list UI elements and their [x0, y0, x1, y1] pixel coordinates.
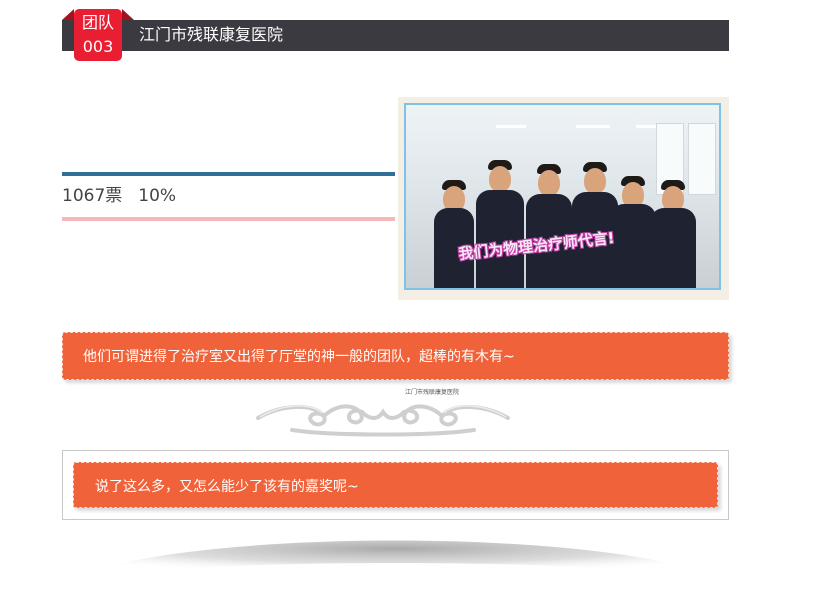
- uniform: [650, 208, 696, 288]
- decorative-scroll-divider: [256, 404, 510, 437]
- scroll-ornament-icon: [256, 404, 510, 437]
- reward-intro-text: 说了这么多，又怎么能少了该有的嘉奖呢~: [95, 479, 359, 495]
- badge-ribbon-fold-right: [122, 9, 134, 20]
- vote-count: 1067票: [62, 186, 123, 206]
- team-number-badge: 团队 003: [74, 9, 122, 61]
- ceiling-light: [576, 125, 610, 128]
- head: [489, 166, 511, 192]
- team-name: 江门市残联康复医院: [139, 25, 284, 44]
- reward-intro-banner: 说了这么多，又怎么能少了该有的嘉奖呢~: [73, 462, 718, 508]
- vote-percent: 10%: [138, 186, 177, 206]
- vote-divider-top: [62, 172, 395, 176]
- team-member: [434, 168, 474, 288]
- team-description-banner: 他们可谓进得了治疗室又出得了厅堂的神一般的团队，超棒的有木有~: [62, 332, 729, 380]
- badge-label: 团队: [81, 13, 114, 32]
- team-member: [476, 148, 524, 288]
- header-bar: 江门市残联康复医院: [62, 20, 729, 51]
- team-photo: 我们为物理治疗师代言! 江门市残联康复医院: [398, 97, 729, 396]
- team-member: [526, 152, 572, 288]
- vote-stats: 1067票 10%: [62, 185, 192, 207]
- team-member: [650, 168, 696, 288]
- team-photo-image: 我们为物理治疗师代言!: [404, 103, 721, 290]
- head: [538, 170, 560, 196]
- head: [584, 168, 606, 194]
- decorative-shadow-swoosh: [62, 540, 729, 581]
- ceiling-light: [496, 125, 526, 128]
- shadow-arc: [62, 540, 729, 581]
- vote-divider-bottom: [62, 217, 395, 221]
- badge-ribbon-fold-left: [62, 9, 74, 20]
- team-description-text: 他们可谓进得了治疗室又出得了厅堂的神一般的团队，超棒的有木有~: [83, 349, 515, 365]
- badge-number: 003: [82, 37, 114, 56]
